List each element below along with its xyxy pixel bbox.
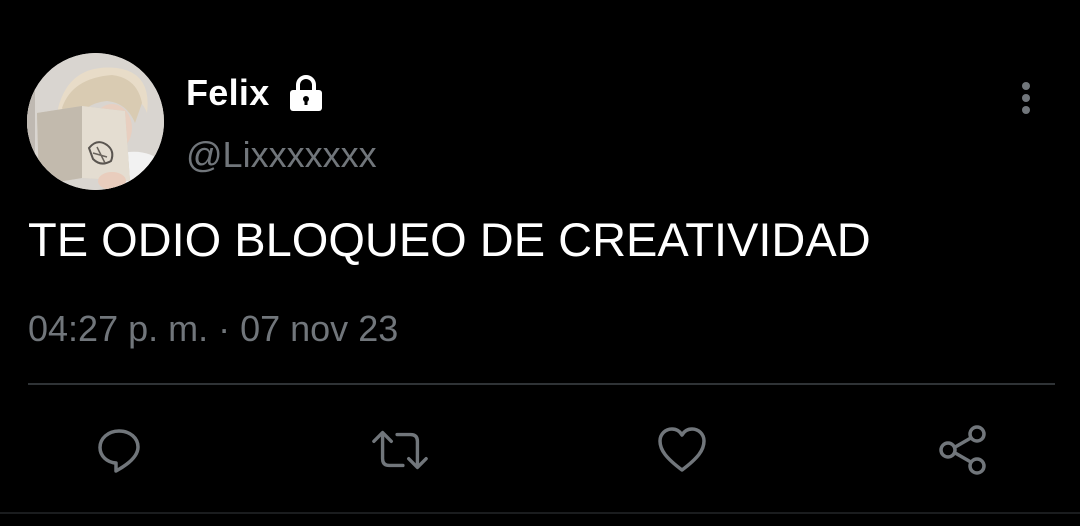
profile-photo — [27, 53, 164, 190]
more-vertical-icon — [1022, 82, 1030, 114]
reply-button[interactable] — [89, 420, 149, 480]
bottom-divider — [0, 512, 1080, 514]
avatar[interactable] — [27, 53, 164, 190]
comment-icon — [98, 429, 140, 473]
author-name-row: Felix — [186, 70, 326, 116]
lock-icon — [286, 74, 326, 112]
like-button[interactable] — [652, 420, 712, 480]
share-icon — [939, 425, 986, 475]
share-button[interactable] — [933, 420, 993, 480]
tweet-timestamp[interactable]: 04:27 p. m. · 07 nov 23 — [28, 308, 398, 350]
user-handle[interactable]: @Lixxxxxxx — [186, 134, 377, 176]
heart-icon — [658, 427, 706, 472]
divider — [28, 383, 1055, 385]
tweet-text: TE ODIO BLOQUEO DE CREATIVIDAD — [28, 213, 871, 266]
retweet-icon — [372, 430, 428, 470]
more-options-button[interactable] — [1008, 78, 1044, 118]
tweet-detail: Felix @Lixxxxxxx TE ODIO BLOQUEO DE CREA… — [0, 0, 1080, 526]
display-name[interactable]: Felix — [186, 72, 270, 114]
retweet-button[interactable] — [370, 420, 430, 480]
